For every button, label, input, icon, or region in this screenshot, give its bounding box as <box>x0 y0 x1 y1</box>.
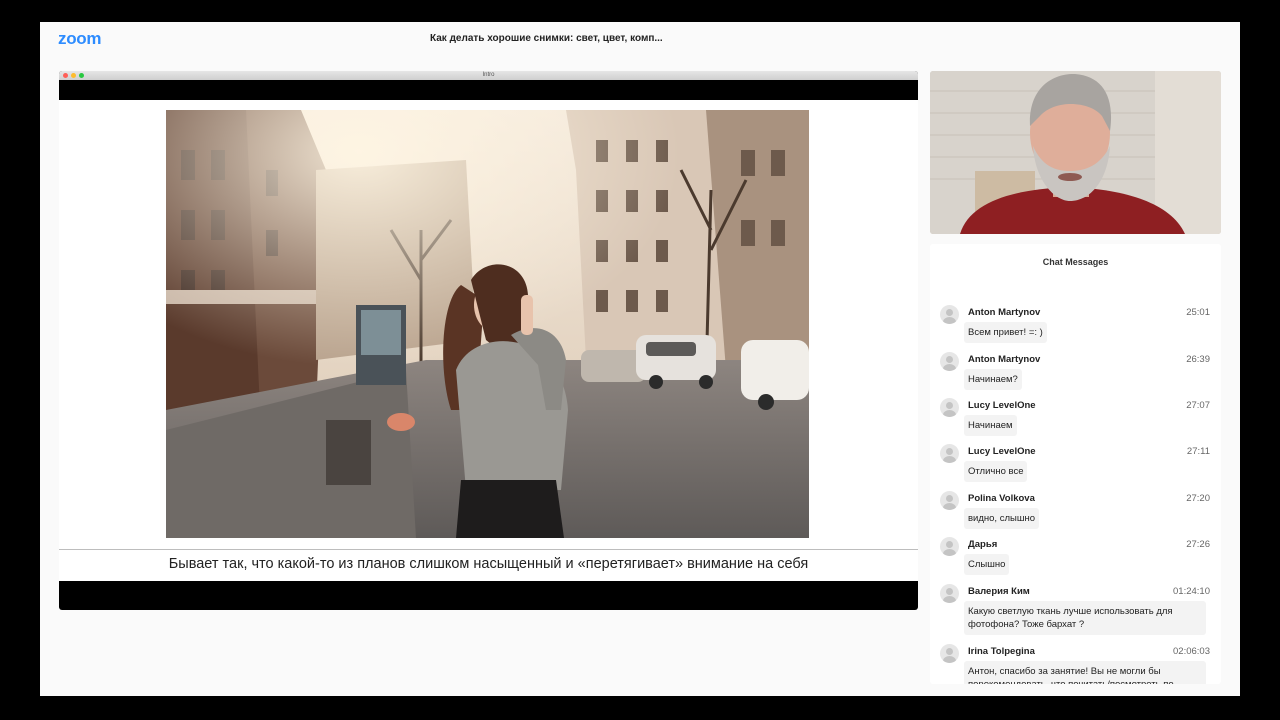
chat-panel: Chat Messages Anton Martynov 25:01 Всем … <box>930 244 1221 684</box>
message-text[interactable]: Антон, спасибо за занятие! Вы не могли б… <box>964 661 1206 684</box>
street-photo-image <box>166 110 809 538</box>
speaker-video[interactable] <box>930 71 1221 234</box>
sender-name: Anton Martynov <box>968 307 1041 318</box>
message-time: 27:20 <box>1186 493 1210 504</box>
sender-name: Polina Volkova <box>968 493 1035 504</box>
speaker-video-image <box>930 71 1221 234</box>
message-text[interactable]: Слышно <box>964 554 1010 575</box>
sender-name: Lucy LevelOne <box>968 446 1036 457</box>
user-avatar-icon <box>940 491 959 510</box>
message-text[interactable]: видно, слышно <box>964 508 1039 529</box>
zoom-logo: zoom <box>58 29 102 48</box>
sender-name: Anton Martynov <box>968 354 1041 365</box>
message-time: 25:01 <box>1186 307 1210 318</box>
user-avatar-icon <box>940 305 959 324</box>
presentation-slide: Бывает так, что какой-то из планов слишк… <box>59 100 918 581</box>
sender-name: Lucy LevelOne <box>968 400 1036 411</box>
message-time: 01:24:10 <box>1173 586 1210 597</box>
slide-divider <box>59 549 918 550</box>
message-time: 02:06:03 <box>1173 646 1210 657</box>
message-time: 26:39 <box>1186 354 1210 365</box>
header-bar: zoom Как делать хорошие снимки: свет, цв… <box>40 22 1240 62</box>
user-avatar-icon <box>940 352 959 371</box>
user-avatar-icon <box>940 644 959 663</box>
message-text[interactable]: Какую светлую ткань лучше использовать д… <box>964 601 1206 635</box>
message-time: 27:07 <box>1186 400 1210 411</box>
slide-photo <box>166 110 809 538</box>
sender-name: Валерия Ким <box>968 586 1030 597</box>
shared-window-title: Intro <box>482 72 495 78</box>
message-text[interactable]: Отлично все <box>964 461 1028 482</box>
message-time: 27:26 <box>1186 539 1210 550</box>
zoom-window: zoom Как делать хорошие снимки: свет, цв… <box>40 22 1240 696</box>
message-time: 27:11 <box>1186 446 1210 457</box>
user-avatar-icon <box>940 444 959 463</box>
shared-screen[interactable]: Intro Бывает так, что какой-то из планов… <box>59 71 918 610</box>
user-avatar-icon <box>940 584 959 603</box>
message-text[interactable]: Начинаем? <box>964 369 1022 390</box>
sender-name: Дарья <box>968 539 998 550</box>
user-avatar-icon <box>940 398 959 417</box>
message-text[interactable]: Всем привет! =: ) <box>964 322 1047 343</box>
shared-window-titlebar: Intro <box>59 71 918 80</box>
user-avatar-icon <box>940 537 959 556</box>
slide-caption: Бывает так, что какой-то из планов слишк… <box>168 556 809 572</box>
meeting-title: Как делать хорошие снимки: свет, цвет, к… <box>430 33 663 44</box>
chat-title: Chat Messages <box>1042 257 1109 267</box>
message-text[interactable]: Начинаем <box>964 415 1017 436</box>
sender-name: Irina Tolpegina <box>968 646 1035 657</box>
